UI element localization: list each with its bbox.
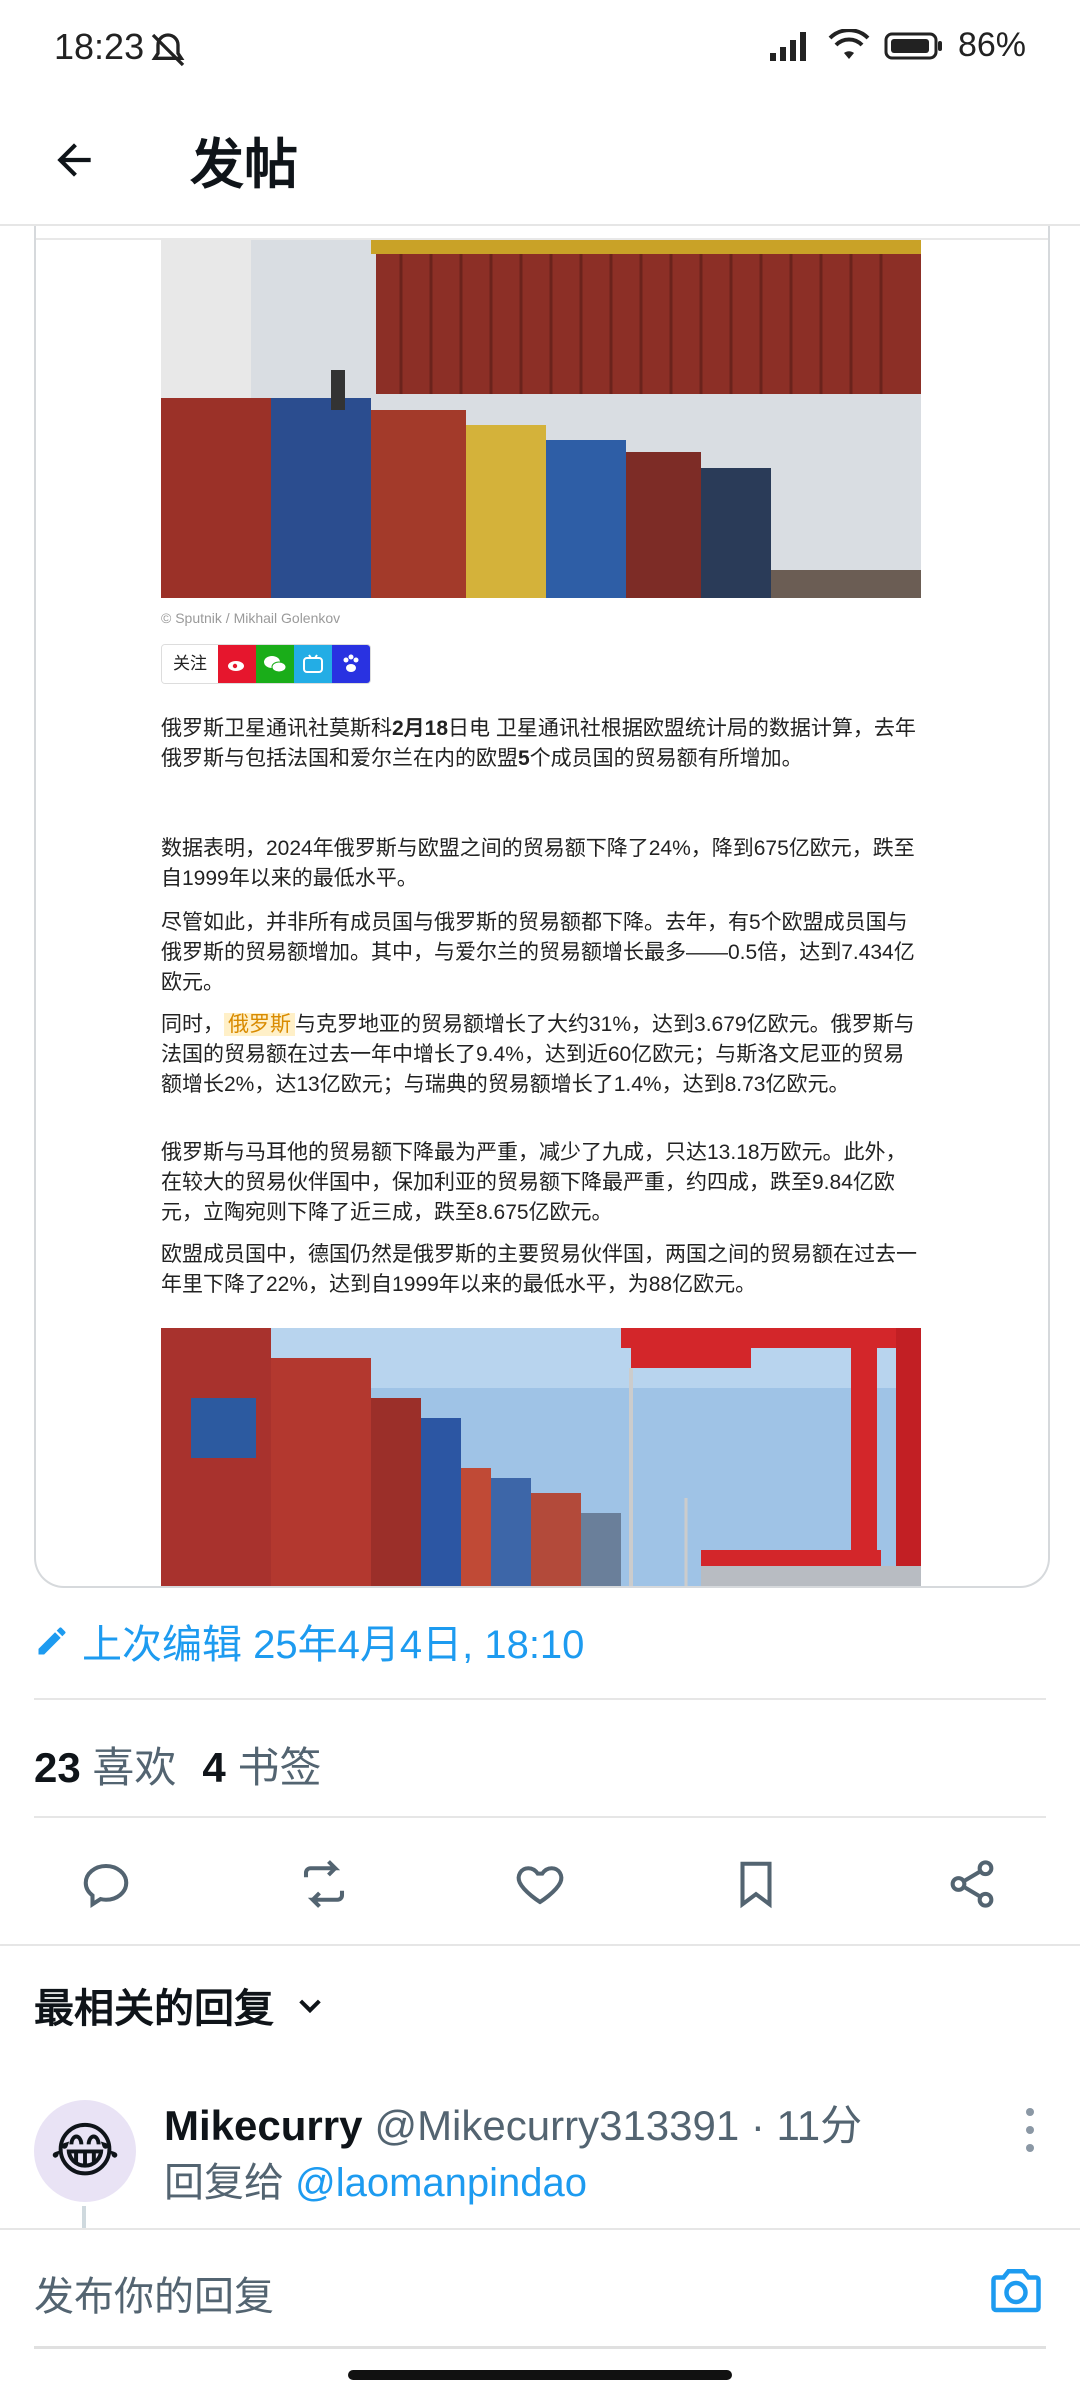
weibo-icon (228, 661, 244, 671)
heart-icon (516, 1866, 564, 1905)
mute-icon (148, 30, 188, 75)
camera-icon (991, 2269, 1041, 2313)
paw-icon (343, 654, 359, 672)
edit-timestamp: 上次编辑 25年4月4日, 18:10 (82, 1623, 585, 1667)
reply-header: Mikecurry @Mikecurry313391 · 11分 (164, 2092, 862, 2153)
article-paragraph-1: 俄罗斯卫星通讯社莫斯科2月18日电 卫星通讯社根据欧盟统计局的数据计算，去年俄罗… (161, 717, 916, 770)
reply-to-mention[interactable]: @laomanpindao (295, 2161, 587, 2205)
composer-underline (34, 2346, 1046, 2349)
repost-icon (303, 1860, 345, 1908)
article-paragraph-3: 尽管如此，并非所有成员国与俄罗斯的贸易额都下降。去年，有5个欧盟成员国与俄罗斯的… (161, 911, 915, 994)
highlighted-term[interactable]: 俄罗斯 (224, 1013, 295, 1036)
reply-composer: 发布你的回复 (0, 2228, 1080, 2350)
reply-sort-dropdown[interactable]: 最相关的回复 (34, 1976, 326, 2034)
reply-author-handle[interactable]: @Mikecurry313391 · 11分 (374, 2092, 862, 2153)
share-icon (950, 1860, 994, 1908)
bilibili-share-button[interactable] (294, 645, 332, 683)
battery-icon (884, 32, 942, 59)
wechat-share-button[interactable] (256, 645, 294, 683)
back-button[interactable] (40, 126, 108, 194)
article-paragraph-4: 同时， 俄罗斯 与克罗地亚的贸易额增长了大约31%，达到3.679亿欧元。俄罗斯与法… (161, 1013, 915, 1096)
avatar[interactable]: 😂 (34, 2100, 136, 2202)
wifi-icon (828, 28, 870, 59)
repost-button[interactable] (294, 1854, 354, 1914)
status-indicators: 86% (768, 26, 1026, 65)
reply-icon (83, 1863, 129, 1908)
article-paragraph-5: 俄罗斯与马耳他的贸易额下降最为严重，减少了九成，只达13.18万欧元。此外，在较… (161, 1141, 907, 1224)
container-yard-photo (161, 1328, 921, 1586)
divider (34, 1816, 1046, 1818)
reply-sort-label: 最相关的回复 (34, 1987, 274, 2031)
reply-button[interactable] (76, 1854, 136, 1914)
reply-author-name[interactable]: Mikecurry (164, 2102, 362, 2150)
article-paragraph-2: 数据表明，2024年俄罗斯与欧盟之间的贸易额下降了24%，降到675亿欧元，跌至… (161, 837, 915, 890)
edit-history-link[interactable]: 上次编辑 25年4月4日, 18:10 (34, 1612, 584, 1670)
divider (34, 1698, 1046, 1700)
likes-stat[interactable]: 23 喜欢 (34, 1734, 176, 1795)
bookmark-button[interactable] (726, 1854, 786, 1914)
wechat-icon (264, 656, 287, 673)
top-app-bar: 发帖 (0, 96, 1080, 226)
photo-credit: © Sputnik / Mikhail Golenkov (161, 610, 341, 626)
arrow-left-icon (57, 143, 91, 177)
article-paragraph-6: 欧盟成员国中，德国仍然是俄罗斯的主要贸易伙伴国，两国之间的贸易额在过去一年里下降… (161, 1243, 917, 1296)
follow-button[interactable]: 关注 (162, 645, 218, 683)
baidu-share-button[interactable] (332, 645, 370, 683)
home-indicator[interactable] (348, 2370, 732, 2380)
bilibili-icon (303, 654, 323, 673)
bookmark-icon (740, 1861, 772, 1909)
share-toolbar: 关注 (161, 644, 371, 684)
share-button[interactable] (942, 1854, 1002, 1914)
battery-level: 86% (957, 26, 1026, 64)
chevron-down-icon (299, 1999, 321, 2014)
camera-button[interactable] (986, 2260, 1046, 2320)
engagement-stats: 23 喜欢 4 书签 (34, 1734, 321, 1795)
divider (0, 1944, 1080, 1946)
status-bar: 18:23 86% (0, 0, 1080, 96)
more-vertical-icon (1026, 2108, 1034, 2152)
more-options-button[interactable] (1010, 2100, 1050, 2160)
reply-to-line: 回复给 @laomanpindao (164, 2161, 588, 2205)
pencil-icon (38, 1627, 66, 1655)
container-crane-photo (161, 240, 921, 598)
page-title: 发帖 (190, 135, 298, 195)
reply-input[interactable]: 发布你的回复 (34, 2264, 274, 2322)
bookmarks-stat[interactable]: 4 书签 (202, 1734, 321, 1795)
action-bar (0, 1836, 1080, 1932)
like-button[interactable] (510, 1854, 570, 1914)
thread-line (82, 2206, 86, 2230)
weibo-share-button[interactable] (218, 645, 256, 683)
status-time: 18:23 (54, 26, 145, 67)
post-image-card[interactable]: © Sputnik / Mikhail Golenkov 关注 俄罗斯卫星通讯社… (34, 226, 1050, 1588)
signal-icon (769, 31, 806, 61)
